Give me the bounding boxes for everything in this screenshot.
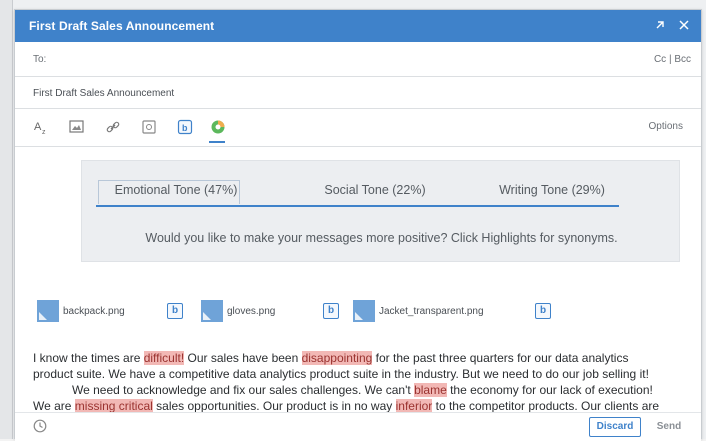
- compose-toolbar: Az b Options: [15, 108, 701, 147]
- highlight-word[interactable]: disappointing: [301, 351, 373, 365]
- body-text: Our sales have been: [184, 351, 302, 365]
- compose-footer: Discard Send: [15, 412, 701, 441]
- body-line: I know the times are difficult! Our sale…: [33, 350, 698, 366]
- body-text: sales opportunities. Our product is in n…: [152, 399, 396, 413]
- background-window-edge: [0, 0, 13, 439]
- highlight-word[interactable]: missing critical: [74, 399, 153, 413]
- attachment-item[interactable]: backpack.png: [37, 296, 125, 326]
- subject-input[interactable]: First Draft Sales Announcement: [33, 88, 174, 99]
- image-thumbnail-icon: [353, 300, 375, 322]
- svg-text:z: z: [42, 129, 46, 135]
- tab-writing-tone[interactable]: Writing Tone (29%): [477, 183, 627, 197]
- box-icon[interactable]: b: [535, 303, 551, 319]
- body-line: We need to acknowledge and fix our sales…: [33, 382, 698, 398]
- image-thumbnail-icon: [37, 300, 59, 322]
- body-text: to the competitor products. Our clients …: [432, 399, 660, 413]
- cc-bcc-link[interactable]: Cc | Bcc: [654, 54, 691, 65]
- attachment-filename: Jacket_transparent.png: [379, 305, 484, 317]
- compose-window: First Draft Sales Announcement To: Cc | …: [14, 9, 702, 441]
- tone-tabs-underline: [96, 205, 619, 207]
- attachment-filename: gloves.png: [227, 305, 276, 317]
- body-text: for the past three quarters for our data…: [372, 351, 629, 365]
- discard-button[interactable]: Discard: [589, 417, 641, 437]
- highlight-word[interactable]: blame: [414, 383, 447, 397]
- active-tool-indicator: [209, 141, 225, 143]
- attachment-item[interactable]: gloves.png: [201, 296, 275, 326]
- message-body[interactable]: I know the times are difficult! Our sale…: [33, 350, 698, 414]
- compose-title: First Draft Sales Announcement: [29, 19, 215, 33]
- image-thumbnail-icon: [201, 300, 223, 322]
- to-field-row[interactable]: To: Cc | Bcc: [15, 42, 701, 77]
- highlight-word[interactable]: inferior: [395, 399, 433, 413]
- body-line: product suite. We have a competitive dat…: [33, 367, 649, 381]
- template-icon[interactable]: [139, 117, 159, 137]
- tab-emotional-tone[interactable]: Emotional Tone (47%): [96, 183, 256, 197]
- text-format-icon[interactable]: Az: [31, 117, 51, 137]
- body-text: We are: [33, 399, 75, 413]
- box-icon[interactable]: b: [175, 117, 195, 137]
- body-text: We need to acknowledge and fix our sales…: [72, 383, 415, 397]
- svg-text:b: b: [182, 123, 188, 133]
- send-button[interactable]: Send: [647, 417, 691, 437]
- svg-text:A: A: [34, 121, 42, 133]
- tab-social-tone[interactable]: Social Tone (22%): [300, 183, 450, 197]
- compose-titlebar: First Draft Sales Announcement: [15, 10, 701, 42]
- attachment-filename: backpack.png: [63, 305, 125, 317]
- highlight-word[interactable]: difficult!: [143, 351, 185, 365]
- close-icon[interactable]: [673, 15, 695, 37]
- expand-icon[interactable]: [649, 15, 671, 37]
- tone-analyzer-icon[interactable]: [208, 117, 228, 137]
- link-icon[interactable]: [103, 117, 123, 137]
- to-label: To:: [33, 54, 47, 65]
- box-icon[interactable]: b: [323, 303, 339, 319]
- attachment-item[interactable]: Jacket_transparent.png: [353, 296, 484, 326]
- body-text: the economy for our lack of execution!: [446, 383, 653, 397]
- tone-suggestion-message: Would you like to make your messages mor…: [145, 231, 618, 245]
- box-icon[interactable]: b: [167, 303, 183, 319]
- image-icon[interactable]: [67, 117, 87, 137]
- options-link[interactable]: Options: [649, 121, 683, 132]
- subject-field-row[interactable]: First Draft Sales Announcement: [15, 76, 701, 109]
- schedule-clock-icon[interactable]: [33, 419, 47, 438]
- body-text: I know the times are: [33, 351, 144, 365]
- tone-analysis-panel: Emotional Tone (47%) Social Tone (22%) W…: [81, 160, 680, 262]
- attachments-row: backpack.png b gloves.png b Jacket_trans…: [33, 296, 693, 326]
